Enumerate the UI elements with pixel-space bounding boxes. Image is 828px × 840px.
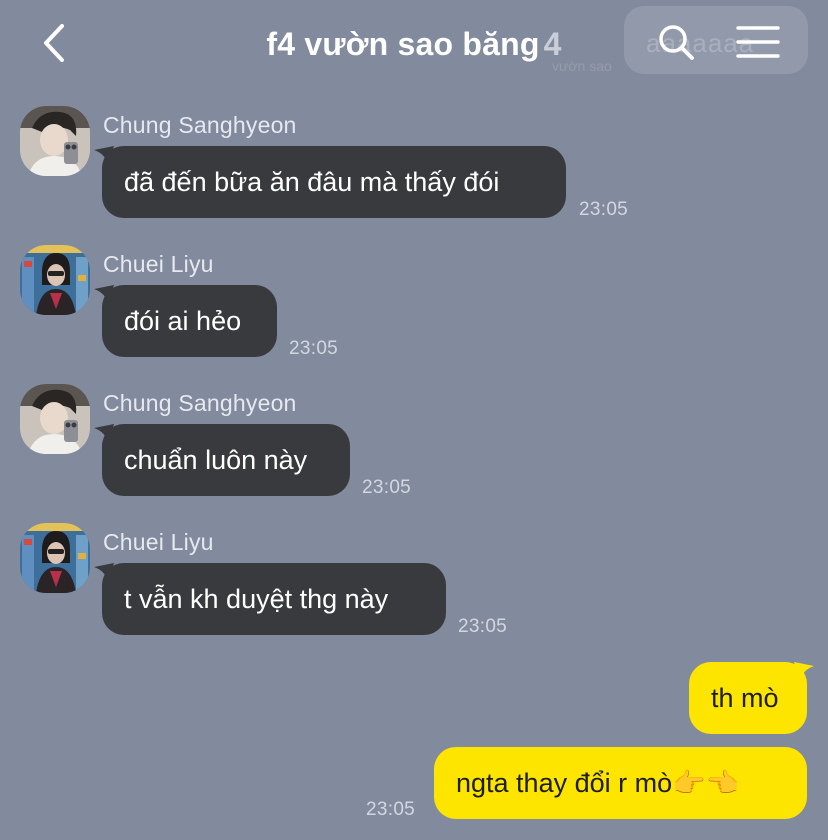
- message-bubble[interactable]: chuẩn luôn này: [102, 424, 350, 496]
- chat-title-text: f4 vườn sao băng: [266, 26, 540, 62]
- message-timestamp: 23:05: [458, 616, 508, 637]
- sender-name: Chung Sanghyeon: [103, 112, 297, 138]
- avatar-chung-sanghyeon[interactable]: [20, 106, 90, 176]
- avatar-chung-sanghyeon[interactable]: [20, 384, 90, 454]
- profile-photo-icon: [20, 384, 90, 454]
- sender-name: Chung Sanghyeon: [103, 390, 297, 416]
- search-icon: [659, 25, 694, 60]
- member-count: 4: [543, 26, 562, 62]
- message-timestamp: 23:05: [362, 477, 412, 498]
- message-bubble[interactable]: đói ai hẻo: [102, 285, 277, 357]
- chat-header: aaaaaaa vườn sao f4 vườn sao băng 4: [0, 0, 828, 90]
- avatar-chuei-liyu[interactable]: [20, 523, 90, 593]
- message-bubble-outgoing[interactable]: ngta thay đổi r mò👉👈: [434, 747, 807, 819]
- profile-photo-icon: [20, 106, 90, 176]
- avatar-chuei-liyu[interactable]: [20, 245, 90, 315]
- search-button[interactable]: [656, 22, 696, 62]
- profile-photo-icon: [20, 245, 90, 315]
- sender-name: Chuei Liyu: [103, 251, 214, 277]
- message-bubble[interactable]: t vẫn kh duyệt thg này: [102, 563, 446, 635]
- sender-name: Chuei Liyu: [103, 529, 214, 555]
- chat-title[interactable]: f4 vườn sao băng 4: [0, 26, 828, 63]
- message-timestamp: 23:05: [289, 338, 339, 359]
- message-bubble-outgoing[interactable]: th mò: [689, 662, 807, 734]
- menu-button[interactable]: [736, 24, 780, 60]
- message-timestamp: 23:05: [579, 199, 629, 220]
- message-timestamp: 23:05: [366, 799, 416, 820]
- message-bubble[interactable]: đã đến bữa ăn đâu mà thấy đói: [102, 146, 566, 218]
- profile-photo-icon: [20, 523, 90, 593]
- hamburger-menu-icon: [736, 26, 780, 58]
